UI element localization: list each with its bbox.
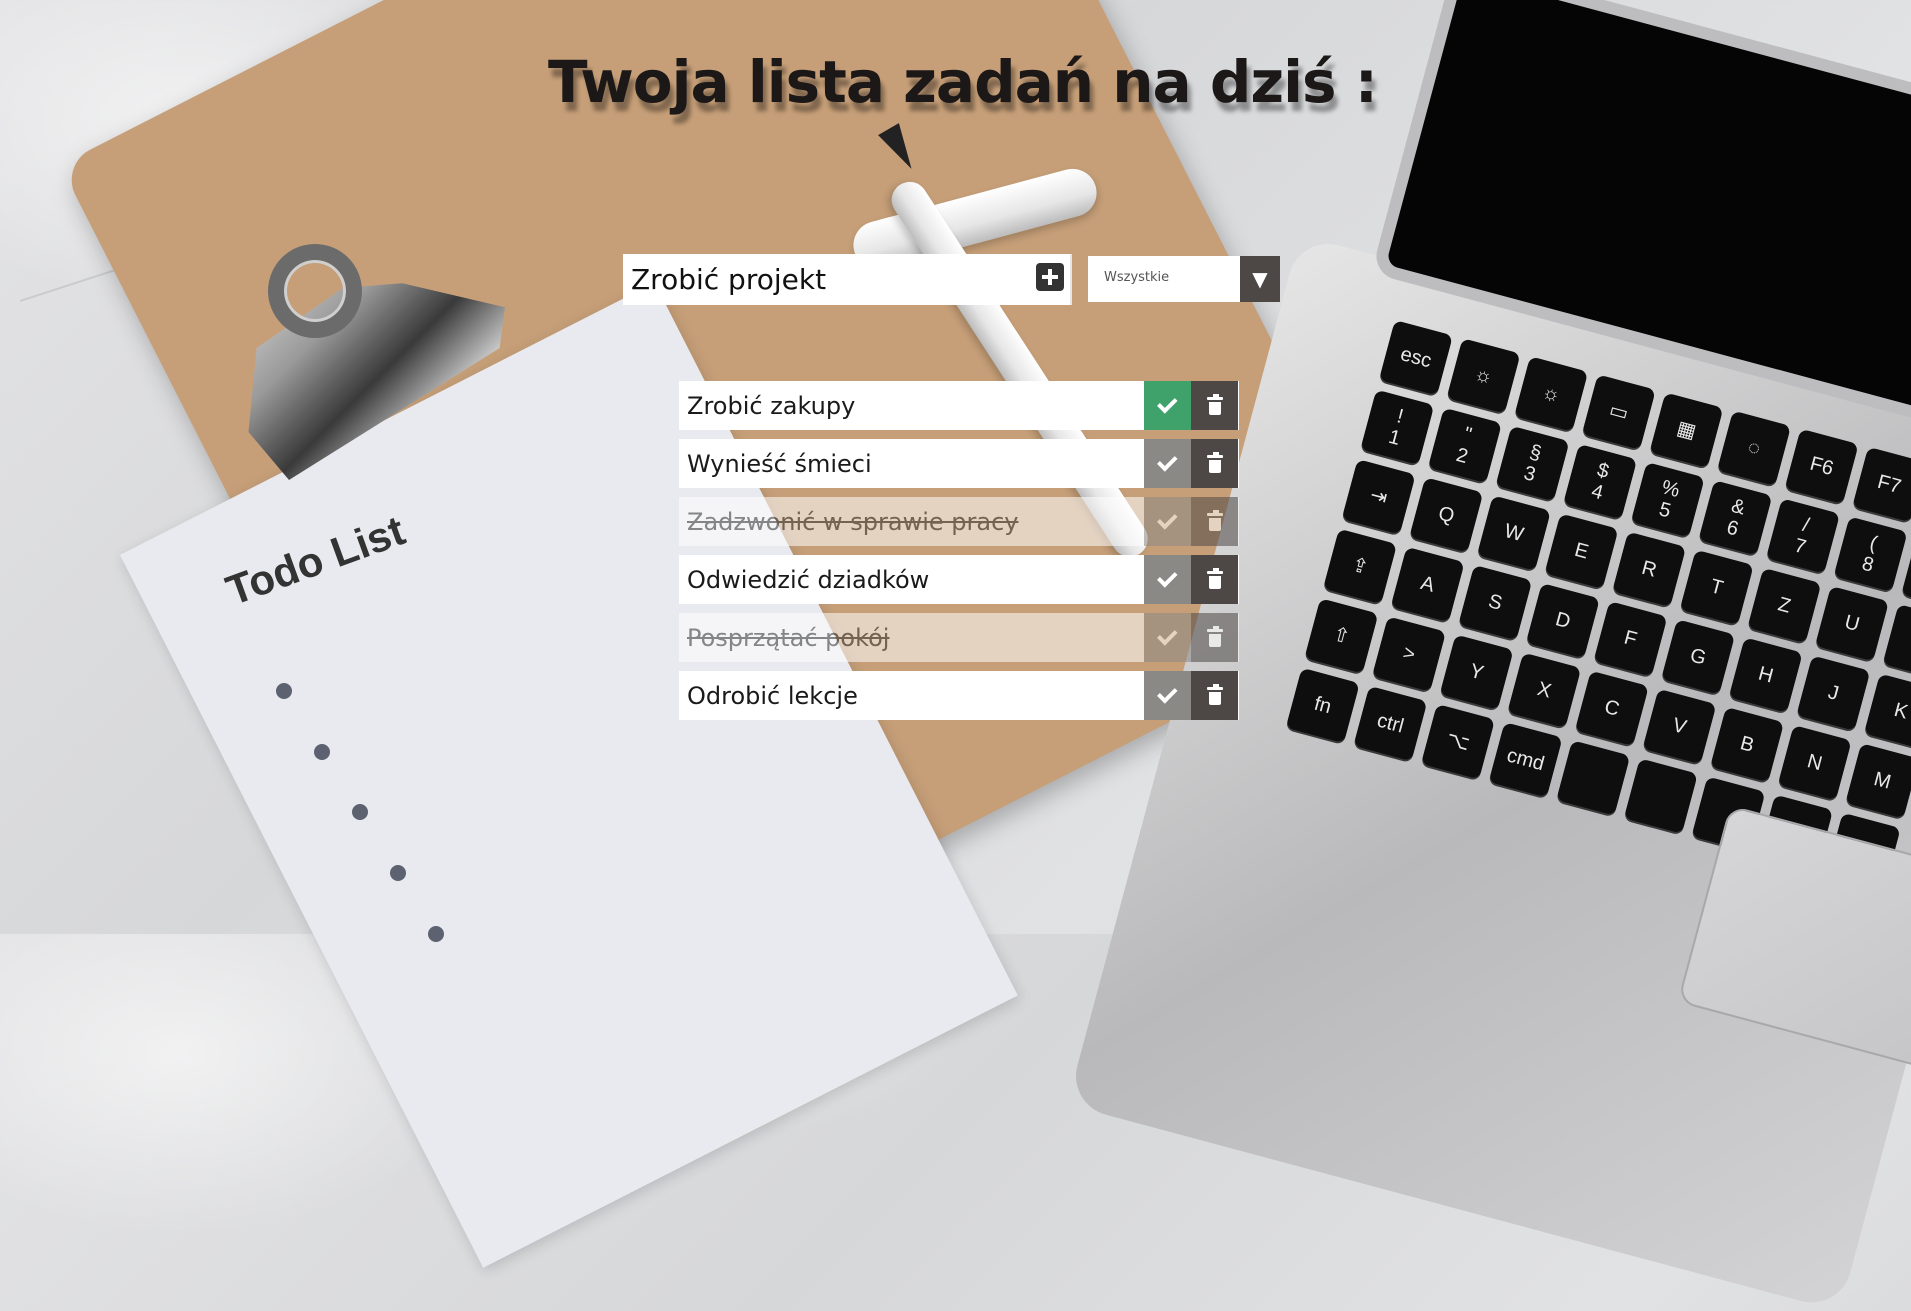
delete-button[interactable] bbox=[1191, 497, 1238, 546]
add-task-form bbox=[623, 254, 1072, 305]
paper-bullet bbox=[428, 926, 444, 942]
todo-text: Zrobić zakupy bbox=[687, 391, 856, 420]
filter-selected-value: Wszystkie bbox=[1104, 270, 1170, 285]
todo-item: Zrobić zakupy bbox=[679, 381, 1239, 430]
keyboard-key: F7 bbox=[1852, 446, 1911, 523]
keyboard-key: W bbox=[1476, 495, 1551, 571]
todo-list: Zrobić zakupy Wynieść śmieci Zadzwonić w s… bbox=[679, 381, 1239, 729]
filter-select[interactable]: Wszystkie ▼ bbox=[1088, 256, 1280, 302]
todo-text: Wynieść śmieci bbox=[687, 449, 872, 478]
binder-clip-ring bbox=[268, 244, 362, 338]
complete-button[interactable] bbox=[1144, 555, 1191, 604]
complete-button[interactable] bbox=[1144, 439, 1191, 488]
paper-bullet bbox=[314, 744, 330, 760]
paper-bullet bbox=[390, 865, 406, 881]
dropdown-arrow-icon[interactable]: ▼ bbox=[1240, 256, 1280, 302]
todo-text: Posprzątać pokój bbox=[687, 623, 890, 652]
keyboard-key: § 3 bbox=[1495, 425, 1570, 502]
keyboard-key: K bbox=[1863, 673, 1911, 749]
keyboard-key: M bbox=[1845, 743, 1911, 819]
keyboard-key: F bbox=[1593, 601, 1668, 677]
todo-item: Odrobić lekcje bbox=[679, 671, 1239, 720]
keyboard-key: C bbox=[1574, 670, 1649, 747]
trash-icon bbox=[1206, 509, 1223, 531]
keyboard-key: T bbox=[1679, 549, 1754, 626]
keyboard-key: & 6 bbox=[1698, 480, 1773, 556]
keyboard-key: B bbox=[1710, 706, 1785, 783]
check-icon bbox=[1156, 625, 1178, 646]
delete-button[interactable] bbox=[1191, 381, 1238, 430]
keyboard-key: Y bbox=[1439, 634, 1514, 710]
complete-button[interactable] bbox=[1144, 381, 1191, 430]
todo-item: Posprzątać pokój bbox=[679, 613, 1239, 662]
page-title: Twoja lista zadań na dziś : bbox=[548, 48, 1378, 116]
keyboard-key: % 5 bbox=[1630, 462, 1705, 538]
keyboard-key: " 2 bbox=[1427, 407, 1502, 484]
todo-item: Wynieść śmieci bbox=[679, 439, 1239, 488]
todo-item: Zadzwonić w sprawie pracy bbox=[679, 497, 1239, 546]
keyboard-key: I bbox=[1882, 604, 1911, 680]
add-task-button[interactable] bbox=[1036, 263, 1064, 291]
todo-text: Odwiedzić dziadków bbox=[687, 565, 930, 594]
keyboard-key: N bbox=[1777, 725, 1852, 801]
trash-icon bbox=[1206, 625, 1223, 647]
keyboard-key: $ 4 bbox=[1563, 443, 1638, 520]
complete-button[interactable] bbox=[1144, 671, 1191, 720]
trash-icon bbox=[1206, 451, 1223, 473]
keyboard-key: S bbox=[1458, 564, 1533, 641]
trash-icon bbox=[1206, 393, 1223, 415]
delete-button[interactable] bbox=[1191, 613, 1238, 662]
keyboard-key bbox=[1556, 740, 1631, 816]
keyboard-key: J bbox=[1796, 655, 1871, 731]
todo-text: Zadzwonić w sprawie pracy bbox=[687, 507, 1019, 536]
keyboard-key: ctrl bbox=[1353, 685, 1428, 762]
paper-bullet bbox=[276, 683, 292, 699]
keyboard-key: V bbox=[1642, 688, 1717, 765]
delete-button[interactable] bbox=[1191, 671, 1238, 720]
keyboard-key bbox=[1623, 758, 1698, 834]
keyboard-key: H bbox=[1728, 637, 1803, 713]
task-input[interactable] bbox=[623, 254, 1013, 305]
keyboard-key: E bbox=[1544, 513, 1619, 589]
delete-button[interactable] bbox=[1191, 439, 1238, 488]
check-icon bbox=[1156, 509, 1178, 530]
check-icon bbox=[1156, 451, 1178, 472]
complete-button[interactable] bbox=[1144, 613, 1191, 662]
check-icon bbox=[1156, 393, 1178, 414]
keyboard-key: ⌥ bbox=[1421, 703, 1496, 780]
check-icon bbox=[1156, 683, 1178, 704]
keyboard-key: G bbox=[1661, 619, 1736, 695]
keyboard-key: > bbox=[1372, 616, 1447, 692]
keyboard-key: / 7 bbox=[1766, 498, 1841, 574]
complete-button[interactable] bbox=[1144, 497, 1191, 546]
keyboard-key: D bbox=[1525, 582, 1600, 659]
trash-icon bbox=[1206, 567, 1223, 589]
paper-bullet bbox=[352, 804, 368, 820]
delete-button[interactable] bbox=[1191, 555, 1238, 604]
keyboard-key: cmd bbox=[1488, 722, 1563, 798]
keyboard-key: U bbox=[1814, 585, 1889, 662]
keyboard-key: A bbox=[1390, 546, 1465, 623]
keyboard-key: X bbox=[1507, 652, 1582, 728]
todo-item: Odwiedzić dziadków bbox=[679, 555, 1239, 604]
todo-text: Odrobić lekcje bbox=[687, 681, 858, 710]
keyboard-key: Z bbox=[1747, 567, 1822, 644]
trash-icon bbox=[1206, 683, 1223, 705]
keyboard-key: R bbox=[1612, 531, 1687, 607]
keyboard-key: ( 8 bbox=[1833, 516, 1908, 592]
keyboard-key: Q bbox=[1409, 477, 1484, 553]
check-icon bbox=[1156, 567, 1178, 588]
